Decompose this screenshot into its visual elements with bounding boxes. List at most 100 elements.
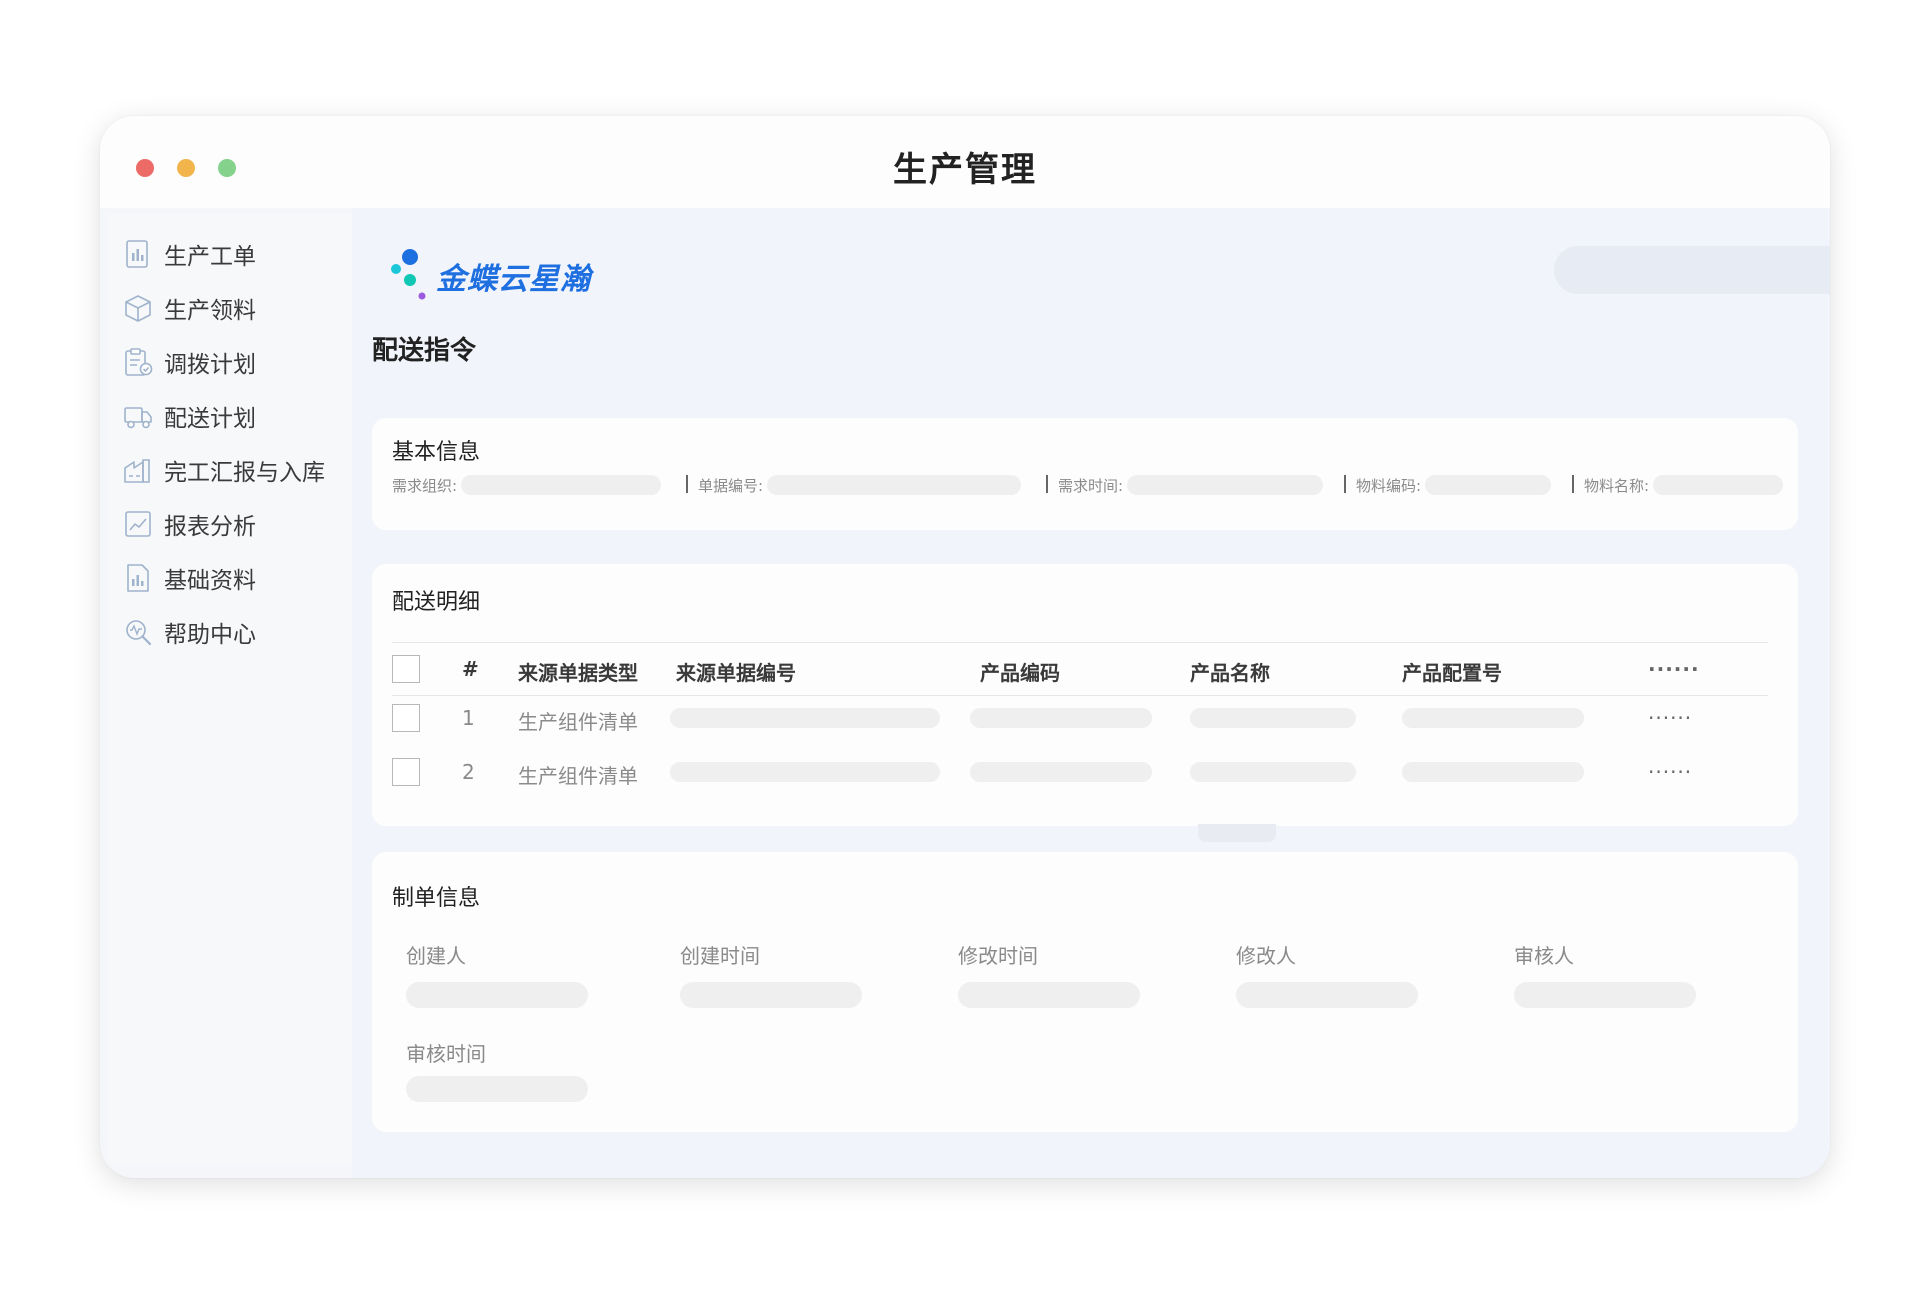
column-source-type[interactable]: 来源单据类型 (518, 657, 638, 686)
brand-logo: 金蝶云星瀚 (388, 244, 591, 308)
doc-number-value[interactable] (767, 475, 1022, 495)
field-label: 物料名称: (1584, 476, 1650, 495)
field-label: 物料编码: (1356, 476, 1422, 495)
row-index: 1 (462, 706, 475, 730)
row-checkbox[interactable] (392, 704, 420, 732)
sidebar-item-delivery-plan[interactable]: 配送计划 (122, 396, 352, 436)
modifier-label: 修改人 (1236, 944, 1296, 968)
select-all-checkbox[interactable] (392, 655, 420, 683)
basic-info-title: 基本信息 (392, 440, 481, 465)
field-material-name: 物料名称: (1584, 474, 1784, 496)
field-demand-time: 需求时间: (1058, 474, 1324, 496)
modify-time-value (958, 982, 1140, 1008)
main-content: 金蝶云星瀚 配送指令 基本信息 需求组织: 单据编号: 需求时间: 物料编码: … (352, 208, 1830, 1178)
sidebar-item-completion-report[interactable]: 完工汇报与入库 (122, 450, 352, 490)
sidebar-item-work-order[interactable]: 生产工单 (122, 234, 352, 274)
field-material-code: 物料编码: (1356, 474, 1552, 496)
sidebar-item-label: 调拨计划 (164, 352, 256, 378)
field-demand-org: 需求组织: (392, 474, 662, 496)
sidebar-item-label: 报表分析 (164, 514, 256, 540)
field-label: 需求时间: (1058, 476, 1124, 495)
modifier-value (1236, 982, 1418, 1008)
field-separator (686, 475, 688, 493)
table-row[interactable]: 1 生产组件清单 ······ (392, 696, 1768, 740)
table-header: # 来源单据类型 来源单据编号 产品编码 产品名称 产品配置号 ······ (392, 642, 1768, 696)
row-product-config (1402, 708, 1584, 728)
row-source-number (670, 762, 940, 782)
material-code-value[interactable] (1425, 475, 1552, 495)
window-title: 生产管理 (893, 150, 1037, 190)
field-separator (1572, 475, 1574, 493)
auditor-label: 审核人 (1514, 944, 1574, 968)
row-product-code (970, 708, 1152, 728)
sidebar-item-help-center[interactable]: 帮助中心 (122, 612, 352, 652)
row-source-type: 生产组件清单 (518, 764, 638, 788)
basic-info-fields: 需求组织: 单据编号: 需求时间: 物料编码: 物料名称: (392, 474, 1802, 496)
row-source-number (670, 708, 940, 728)
sidebar-item-label: 基础资料 (164, 568, 256, 594)
title-bar: 生产管理 (100, 116, 1830, 208)
row-product-config (1402, 762, 1584, 782)
sidebar-item-label: 配送计划 (164, 406, 256, 432)
column-source-number[interactable]: 来源单据编号 (676, 657, 796, 686)
field-label: 需求组织: (392, 476, 458, 495)
app-window: 生产管理 生产工单 生产领料 调拨计划 配送计划 完工汇报与入库 报表分析 基础… (100, 116, 1830, 1178)
table-row[interactable]: 2 生产组件清单 ······ (392, 750, 1768, 794)
create-time-value (680, 982, 862, 1008)
document-chart-icon (127, 564, 149, 592)
creator-value (406, 982, 588, 1008)
row-source-type: 生产组件清单 (518, 710, 638, 734)
warehouse-icon (124, 459, 150, 483)
maker-info-card: 制单信息 创建人 创建时间 修改时间 修改人 审核人 审核时间 (372, 852, 1798, 1132)
creator-label: 创建人 (406, 944, 466, 968)
column-product-name[interactable]: 产品名称 (1190, 657, 1270, 686)
search-input[interactable] (1554, 246, 1830, 294)
column-product-config[interactable]: 产品配置号 (1402, 657, 1502, 686)
delivery-detail-title: 配送明细 (392, 590, 481, 615)
modify-time-label: 修改时间 (958, 944, 1038, 968)
help-search-icon (126, 620, 152, 646)
work-order-icon (126, 240, 148, 268)
sidebar-item-master-data[interactable]: 基础资料 (122, 558, 352, 598)
line-chart-icon (125, 511, 151, 537)
create-time-label: 创建时间 (680, 944, 760, 968)
audit-time-label: 审核时间 (406, 1042, 486, 1066)
resize-handle[interactable] (1198, 824, 1276, 842)
clipboard-check-icon (125, 348, 153, 376)
row-checkbox[interactable] (392, 758, 420, 786)
row-product-code (970, 762, 1152, 782)
sidebar: 生产工单 生产领料 调拨计划 配送计划 完工汇报与入库 报表分析 基础资料 帮助… (108, 214, 352, 1164)
truck-icon (124, 407, 152, 429)
sidebar-item-report-analysis[interactable]: 报表分析 (122, 504, 352, 544)
sidebar-item-label: 完工汇报与入库 (164, 460, 325, 486)
demand-time-value[interactable] (1127, 475, 1324, 495)
row-index: 2 (462, 760, 475, 784)
basic-info-card: 基本信息 需求组织: 单据编号: 需求时间: 物料编码: 物料名称: (372, 418, 1798, 530)
column-index: # (462, 657, 479, 681)
field-doc-number: 单据编号: (698, 474, 1022, 496)
column-product-code[interactable]: 产品编码 (980, 657, 1060, 686)
sidebar-item-label: 生产领料 (164, 298, 256, 324)
field-separator (1046, 475, 1048, 493)
field-separator (1344, 475, 1346, 493)
page-title: 配送指令 (372, 336, 477, 366)
brand-name: 金蝶云星瀚 (436, 262, 591, 297)
demand-org-value[interactable] (461, 475, 662, 495)
maker-info-title: 制单信息 (392, 886, 481, 911)
box-icon (125, 295, 151, 322)
row-more[interactable]: ······ (1648, 706, 1692, 730)
sidebar-item-transfer-plan[interactable]: 调拨计划 (122, 342, 352, 382)
sidebar-item-material-issue[interactable]: 生产领料 (122, 288, 352, 328)
sidebar-item-label: 生产工单 (164, 244, 256, 270)
logo-dots-icon (391, 249, 426, 300)
auditor-value (1514, 982, 1696, 1008)
audit-time-value (406, 1076, 588, 1102)
field-label: 单据编号: (698, 476, 764, 495)
sidebar-item-label: 帮助中心 (164, 622, 256, 648)
delivery-detail-card: 配送明细 # 来源单据类型 来源单据编号 产品编码 产品名称 产品配置号 ···… (372, 564, 1798, 826)
row-product-name (1190, 762, 1356, 782)
column-more[interactable]: ······ (1648, 657, 1700, 681)
material-name-value[interactable] (1653, 475, 1784, 495)
row-product-name (1190, 708, 1356, 728)
row-more[interactable]: ······ (1648, 760, 1692, 784)
